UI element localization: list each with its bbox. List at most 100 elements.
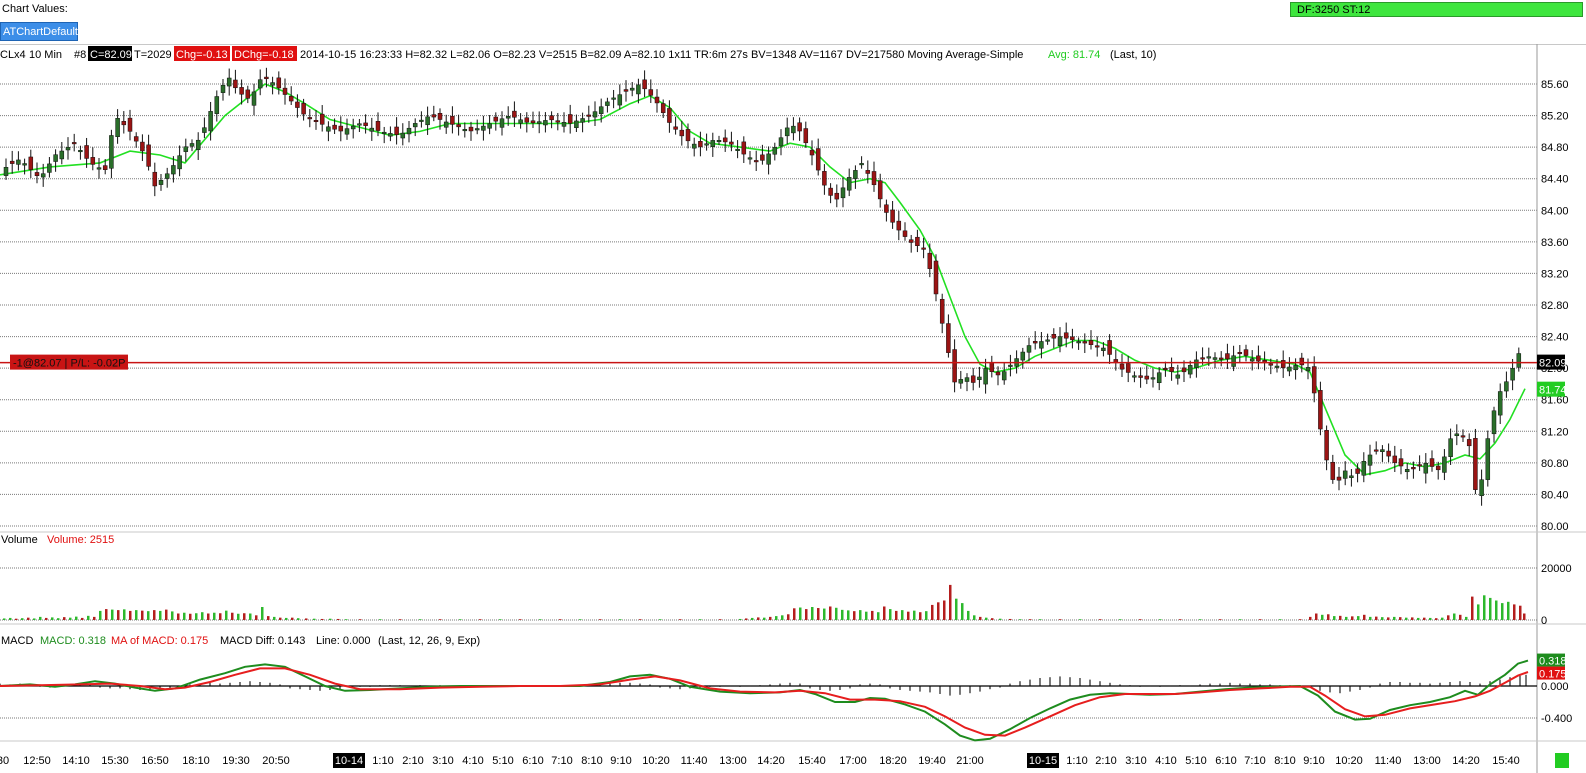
volume-bar — [255, 615, 258, 620]
candle-up — [487, 123, 492, 129]
macd-params: (Last, 12, 26, 9, Exp) — [378, 635, 480, 647]
volume-tick-label: 20000 — [1541, 563, 1572, 575]
candle-up — [636, 84, 641, 95]
volume-bar — [1119, 619, 1122, 620]
x-tick-label: 15:40 — [1492, 755, 1520, 767]
x-tick-label: 19:30 — [222, 755, 250, 767]
candle-down — [1144, 375, 1150, 380]
candle-down — [332, 124, 337, 130]
candle-down — [437, 113, 443, 120]
y-axis: 85.60 85.20 84.80 84.40 84.00 83.60 83.20 82.80… — [1541, 79, 1572, 725]
candle-down — [1355, 468, 1360, 474]
volume-bar — [751, 617, 754, 620]
volume-bar — [439, 619, 442, 620]
volume-bar — [1387, 617, 1390, 620]
volume-bar — [1321, 614, 1324, 620]
volume-bar — [763, 617, 766, 620]
candle-down — [1070, 336, 1075, 341]
volume-bar — [1495, 600, 1498, 620]
candle-up — [598, 106, 604, 114]
x-tick-label: 12:50 — [23, 755, 51, 767]
candle-down — [394, 126, 399, 135]
ma-line — [0, 83, 1526, 476]
volume-bar — [1393, 616, 1396, 620]
candle-up — [1231, 355, 1236, 367]
candle-up — [1274, 365, 1280, 368]
volume-bar — [1417, 617, 1420, 620]
candle-up — [1045, 339, 1050, 342]
candle-down — [642, 79, 647, 90]
volume-bar — [105, 609, 108, 620]
candle-down — [1051, 334, 1057, 339]
volume-bar — [961, 603, 964, 620]
candle-down — [946, 323, 951, 353]
volume-bar — [865, 611, 868, 620]
x-tick-label: 15:40 — [798, 755, 826, 767]
candle-up — [1132, 375, 1137, 378]
x-tick-label: 2:10 — [1095, 755, 1116, 767]
x-tick-label: 5:10 — [492, 755, 513, 767]
candle-down — [301, 103, 306, 115]
volume-bar — [1501, 603, 1504, 620]
candle-up — [195, 139, 201, 150]
x-tick-label: 1:10 — [372, 755, 393, 767]
volume-bar — [1459, 614, 1462, 620]
volume-bar — [913, 610, 916, 620]
volume-bar — [877, 612, 880, 620]
candle-up — [580, 118, 585, 123]
candle-down — [1218, 357, 1224, 360]
candle-up — [1479, 479, 1484, 496]
x-tick-label: 13:00 — [719, 755, 747, 767]
candle-up — [629, 87, 635, 91]
price-header: CLx4 10 Min #8 C=82.09 T=2029 Chg=-0.13 … — [0, 46, 1156, 61]
candle-up — [518, 119, 523, 124]
volume-bar — [171, 611, 174, 620]
symbol-label: CLx4 — [0, 49, 26, 61]
volume-bar — [1339, 615, 1342, 620]
candle-down — [245, 89, 251, 99]
candle-up — [605, 101, 610, 106]
candle-up — [1212, 357, 1218, 360]
candle-up — [691, 143, 697, 149]
candle-down — [1435, 465, 1441, 471]
macd-line-value: Line: 0.000 — [316, 635, 370, 647]
volume-bar — [1279, 619, 1282, 620]
volume-bar — [1239, 619, 1242, 620]
candle-down — [1373, 449, 1379, 452]
candle-up — [1454, 433, 1460, 437]
volume-bar — [829, 606, 832, 620]
x-tick-label: 21:00 — [956, 755, 984, 767]
candle-down — [549, 115, 554, 121]
dchg-tag: DChg=-0.18 — [234, 49, 294, 61]
volume-bar — [51, 617, 54, 620]
last-price-tag: 82.09 — [1539, 358, 1567, 370]
macd-title: MACD — [1, 635, 33, 647]
candle-down — [623, 89, 629, 92]
candle-up — [1485, 438, 1491, 480]
candle-up — [772, 147, 778, 155]
tab-atchartdefault[interactable]: ATChartDefault — [0, 22, 78, 41]
volume-bar — [21, 618, 24, 620]
candle-up — [1448, 438, 1453, 457]
volume-bar — [719, 619, 722, 620]
candle-up — [47, 163, 52, 173]
volume-bar — [183, 612, 186, 620]
candle-down — [865, 170, 871, 174]
candle-up — [964, 377, 970, 382]
x-tick-label: 3:10 — [1125, 755, 1146, 767]
volume-bar — [189, 613, 192, 620]
position-line[interactable]: -1@82.07 | P/L: -0.02P 82.09 81.74 — [0, 354, 1567, 397]
candle-up — [1349, 475, 1354, 478]
candle-down — [468, 126, 474, 132]
candle-down — [729, 141, 734, 145]
candle-up — [1504, 381, 1509, 392]
x-tick-label: 14:10 — [62, 755, 90, 767]
candle-up — [443, 121, 449, 128]
candle-down — [1398, 458, 1404, 467]
candle-up — [65, 147, 71, 151]
chart-area[interactable]: 85.60 85.20 84.80 84.40 84.00 83.60 83.20 82.80… — [0, 44, 1586, 773]
candle-up — [425, 116, 430, 126]
candle-up — [1020, 351, 1026, 361]
x-tick-label: 3:10 — [432, 755, 453, 767]
candle-down — [970, 375, 976, 383]
